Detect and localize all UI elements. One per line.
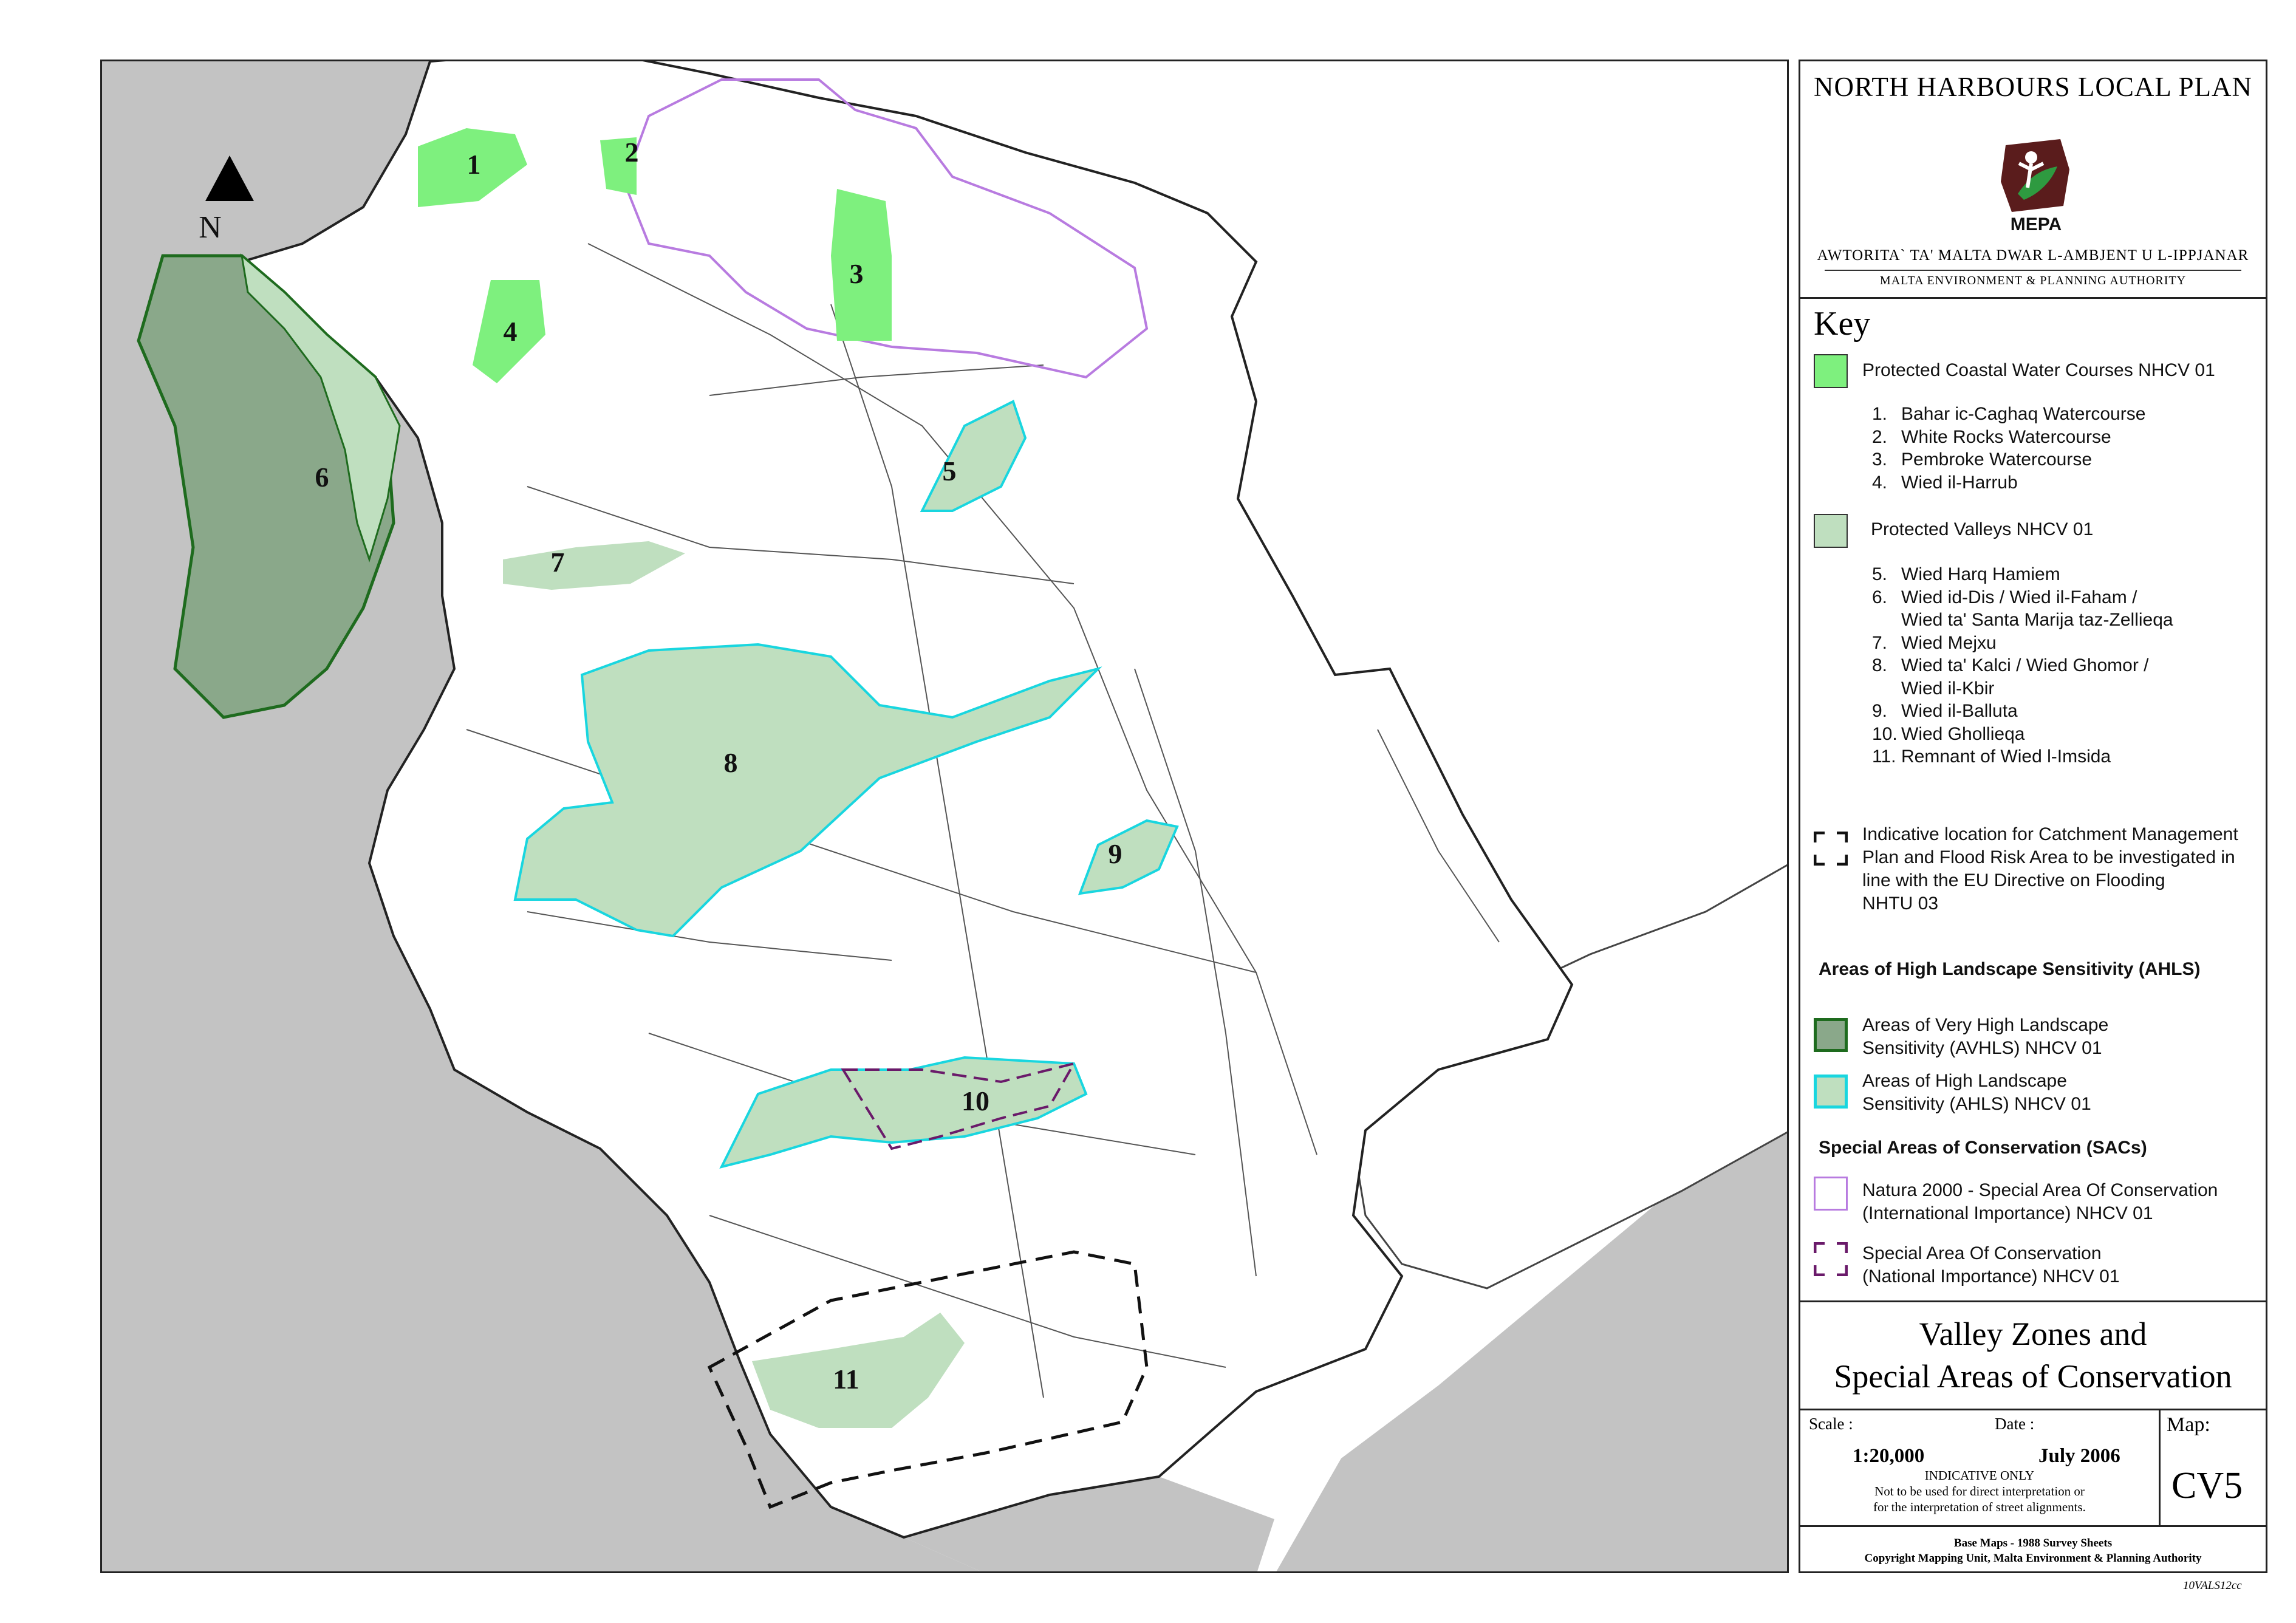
list-item: 3. Pembroke Watercourse — [1872, 449, 2093, 470]
legend-natura-text: Natura 2000 - Special Area Of Conservati… — [1862, 1180, 2218, 1223]
zone-label-11: 11 — [833, 1364, 859, 1395]
zone-label-3: 3 — [850, 258, 864, 289]
legend-avhls-text: Areas of Very High Landscape Sensitivity… — [1862, 1015, 2109, 1058]
zone-label-6: 6 — [315, 462, 329, 493]
key-title: Key — [1814, 305, 1871, 343]
coastal-watercourse-list: 1. Bahar ic-Caghaq Watercourse 2. White Ro… — [1872, 403, 2145, 494]
zone-label-1: 1 — [467, 149, 481, 180]
swatch-coastal-watercourse — [1814, 354, 1848, 388]
legend-sac-national-text: Special Area Of Conservation (National I… — [1862, 1243, 2120, 1286]
legend-panel: NORTH HARBOURS LOCAL PLAN MEPA AWTORITA`… — [1799, 60, 2267, 1573]
reference-code: 10VALS12cc — [2183, 1579, 2242, 1592]
map-id: CV5 — [2171, 1465, 2243, 1506]
legend-coastal-label: Protected Coastal Water Courses NHCV 01 — [1862, 360, 2215, 380]
map-label: Map: — [2167, 1413, 2210, 1436]
list-item: 8. Wied ta' Kalci / Wied Ghomor / — [1872, 655, 2149, 675]
north-label: N — [199, 210, 222, 245]
map-id-divider — [2159, 1409, 2161, 1525]
swatch-protected-valley — [1814, 514, 1848, 548]
header-divider — [1800, 297, 2266, 299]
interpretation-note-2: for the interpretation of street alignme… — [1873, 1500, 2086, 1514]
map-frame: N 1 2 3 4 5 6 7 8 9 10 11 — [100, 60, 1789, 1573]
list-item: 5. Wied Harq Hamiem — [1872, 564, 2060, 584]
list-item: Wied il-Kbir — [1901, 678, 1995, 699]
legend-valleys-label: Protected Valleys NHCV 01 — [1871, 519, 2094, 539]
list-item: 11. Remnant of Wied l-Imsida — [1872, 747, 2111, 767]
title-divider — [1800, 1409, 2266, 1410]
base-maps-credit: Base Maps - 1988 Survey Sheets Copyright… — [1864, 1537, 2202, 1565]
sac-heading: Special Areas of Conservation (SACs) — [1819, 1138, 2147, 1158]
zone-label-2: 2 — [625, 137, 639, 168]
zone-label-7: 7 — [551, 547, 565, 578]
swatch-sac-national — [1814, 1242, 1848, 1276]
list-item: 2. White Rocks Watercourse — [1872, 426, 2111, 447]
zone-label-5: 5 — [943, 456, 957, 487]
swatch-catchment-boundary — [1814, 832, 1848, 866]
footer-divider — [1800, 1525, 2266, 1527]
svg-text:MEPA: MEPA — [2011, 214, 2062, 234]
zone-label-8: 8 — [724, 747, 738, 778]
date-value: July 2006 — [2038, 1445, 2120, 1467]
zone-label-10: 10 — [962, 1085, 989, 1116]
ahls-heading: Areas of High Landscape Sensitivity (AHL… — [1819, 959, 2201, 979]
scale-label: Scale : — [1809, 1415, 1853, 1433]
plan-title: NORTH HARBOURS LOCAL PLAN — [1814, 72, 2252, 102]
legend-ahls-text: Areas of High Landscape Sensitivity (AHL… — [1862, 1071, 2091, 1114]
authority-name-maltese: AWTORITA` TA' MALTA DWAR L-AMBJENT U L-I… — [1817, 247, 2249, 264]
list-item: 1. Bahar ic-Caghaq Watercourse — [1872, 404, 2146, 424]
legend-catchment-text: Indicative location for Catchment Manage… — [1862, 824, 2238, 914]
list-item: 6. Wied id-Dis / Wied il-Faham / — [1872, 587, 2137, 607]
map-canvas[interactable]: N 1 2 3 4 5 6 7 8 9 10 11 — [102, 61, 1789, 1573]
protected-valley-list: 5. Wied Harq Hamiem 6. Wied id-Dis / Wied … — [1872, 563, 2173, 768]
list-item: 7. Wied Mejxu — [1872, 632, 1997, 653]
swatch-ahls — [1814, 1075, 1848, 1109]
swatch-natura-2000 — [1814, 1177, 1848, 1211]
scale-value: 1:20,000 — [1853, 1445, 1925, 1467]
swatch-avhls — [1814, 1018, 1848, 1052]
authority-divider — [1825, 270, 2241, 271]
authority-name-english: MALTA ENVIRONMENT & PLANNING AUTHORITY — [1879, 274, 2187, 287]
mepa-logo: MEPA — [2001, 139, 2069, 234]
date-label: Date : — [1995, 1415, 2035, 1433]
zone-label-4: 4 — [504, 316, 518, 347]
zone-label-9: 9 — [1109, 838, 1122, 869]
list-item: 9. Wied il-Balluta — [1872, 701, 2018, 721]
list-item: Wied ta' Santa Marija taz-Zellieqa — [1901, 610, 2173, 630]
list-item: 10. Wied Ghollieqa — [1872, 723, 2025, 744]
list-item: 4. Wied il-Harrub — [1872, 472, 2018, 493]
key-divider — [1800, 1300, 2266, 1302]
map-subject-title: Valley Zones and Special Areas of Conser… — [1834, 1316, 2232, 1395]
interpretation-note-1: Not to be used for direct interpretation… — [1874, 1484, 2085, 1498]
indicative-note: INDICATIVE ONLY — [1924, 1468, 2035, 1483]
